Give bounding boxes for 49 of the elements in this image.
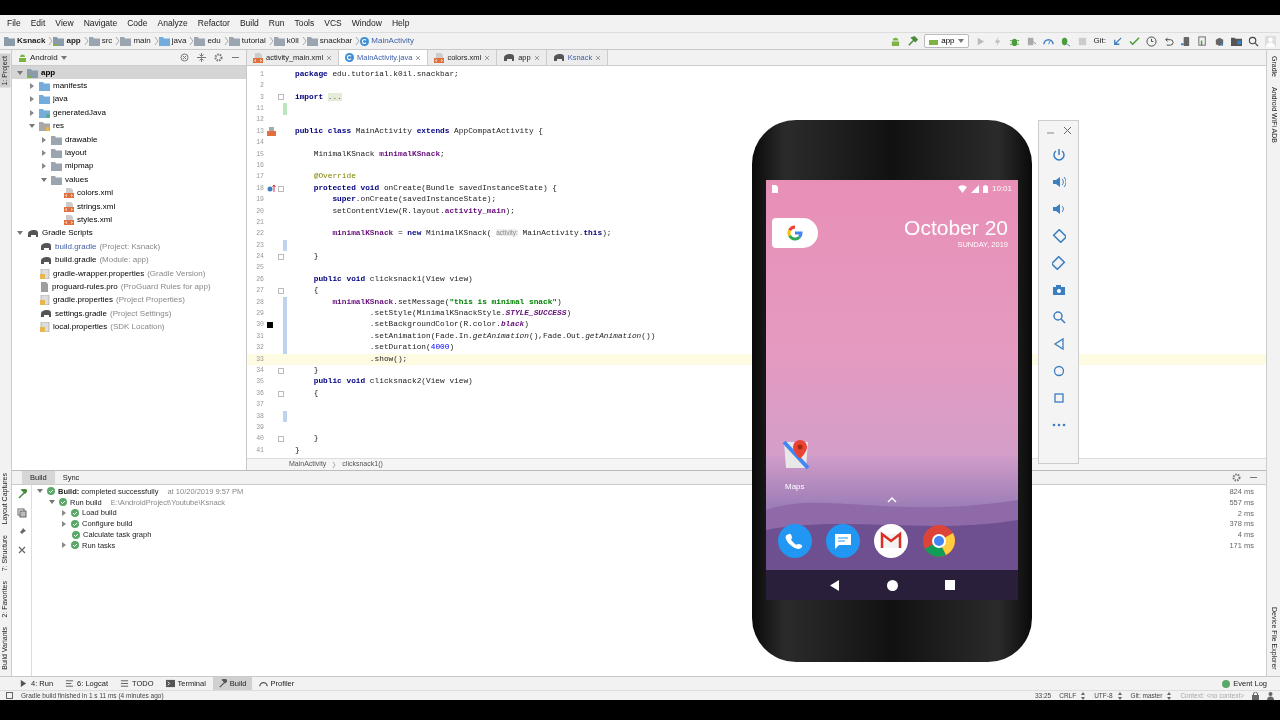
breadcrumb-item[interactable]: java — [158, 35, 187, 47]
tree-item[interactable]: colors.xml — [12, 186, 246, 200]
menu-item[interactable]: Run — [263, 17, 290, 30]
tree-item[interactable]: build.gradle (Project: Ksnack) — [12, 240, 246, 254]
menu-item[interactable]: Analyze — [152, 17, 193, 30]
tree-item[interactable]: layout — [12, 146, 246, 160]
menu-item[interactable]: Build — [234, 17, 264, 30]
status-time: 10:01 — [991, 183, 1012, 195]
app-label: Maps — [785, 481, 805, 493]
menu-item[interactable]: Tools — [289, 17, 320, 30]
breadcrumb-item[interactable]: snackbar — [306, 35, 353, 47]
tree-item[interactable]: java — [12, 92, 246, 107]
tree-item[interactable]: generatedJava — [12, 106, 246, 120]
tree-item[interactable]: build.gradle (Module: app) — [12, 253, 246, 267]
menu-item[interactable]: Refactor — [192, 17, 235, 30]
tree-item[interactable]: strings.xml — [12, 199, 246, 214]
breadcrumb-item[interactable]: src — [88, 35, 113, 47]
tree-item[interactable]: proguard-rules.pro (ProGuard Rules for app) — [12, 280, 246, 294]
menu-item[interactable]: Window — [346, 17, 387, 30]
menu-item[interactable]: Code — [122, 17, 153, 30]
tree-item[interactable]: gradle.properties (Project Properties) — [12, 293, 246, 308]
menu-item[interactable]: Navigate — [78, 17, 123, 30]
tree-item[interactable]: res — [12, 119, 246, 133]
tree-item[interactable]: styles.xml — [12, 213, 246, 227]
tree-item[interactable]: values — [12, 173, 246, 187]
menu-item[interactable]: VCS — [319, 17, 347, 30]
tree-item[interactable]: app — [12, 66, 246, 80]
tree-item[interactable]: local.properties (SDK Location) — [12, 320, 246, 334]
tree-item[interactable]: manifests — [12, 79, 246, 93]
breadcrumb-item[interactable]: k0il — [273, 35, 299, 47]
vcs-label: Git: — [1093, 35, 1106, 47]
breadcrumb-item[interactable]: main — [120, 35, 151, 47]
menu-item[interactable]: Help — [386, 17, 415, 30]
date-text: October 20 — [904, 215, 1008, 241]
tree-item[interactable]: mipmap — [12, 159, 246, 174]
breadcrumb-item[interactable]: app — [53, 35, 81, 47]
menu-item[interactable]: View — [50, 17, 79, 30]
menu-item[interactable]: Edit — [25, 17, 51, 30]
tree-item[interactable]: drawable — [12, 132, 246, 147]
breadcrumb-item[interactable]: MainActivity — [360, 35, 414, 47]
tree-item[interactable]: gradle-wrapper.properties (Gradle Version) — [12, 266, 246, 281]
breadcrumb-item[interactable]: Ksnack — [4, 35, 46, 47]
menu-item[interactable]: File — [2, 17, 26, 30]
breadcrumb-item[interactable]: tutorial — [228, 35, 266, 47]
breadcrumb-item[interactable]: edu — [194, 35, 221, 47]
view-selector[interactable]: Android — [18, 51, 67, 64]
tree-item[interactable]: Gradle Scripts — [12, 226, 246, 241]
run-configuration-dropdown[interactable]: app — [924, 34, 969, 48]
tree-item[interactable]: settings.gradle (Project Settings) — [12, 307, 246, 321]
